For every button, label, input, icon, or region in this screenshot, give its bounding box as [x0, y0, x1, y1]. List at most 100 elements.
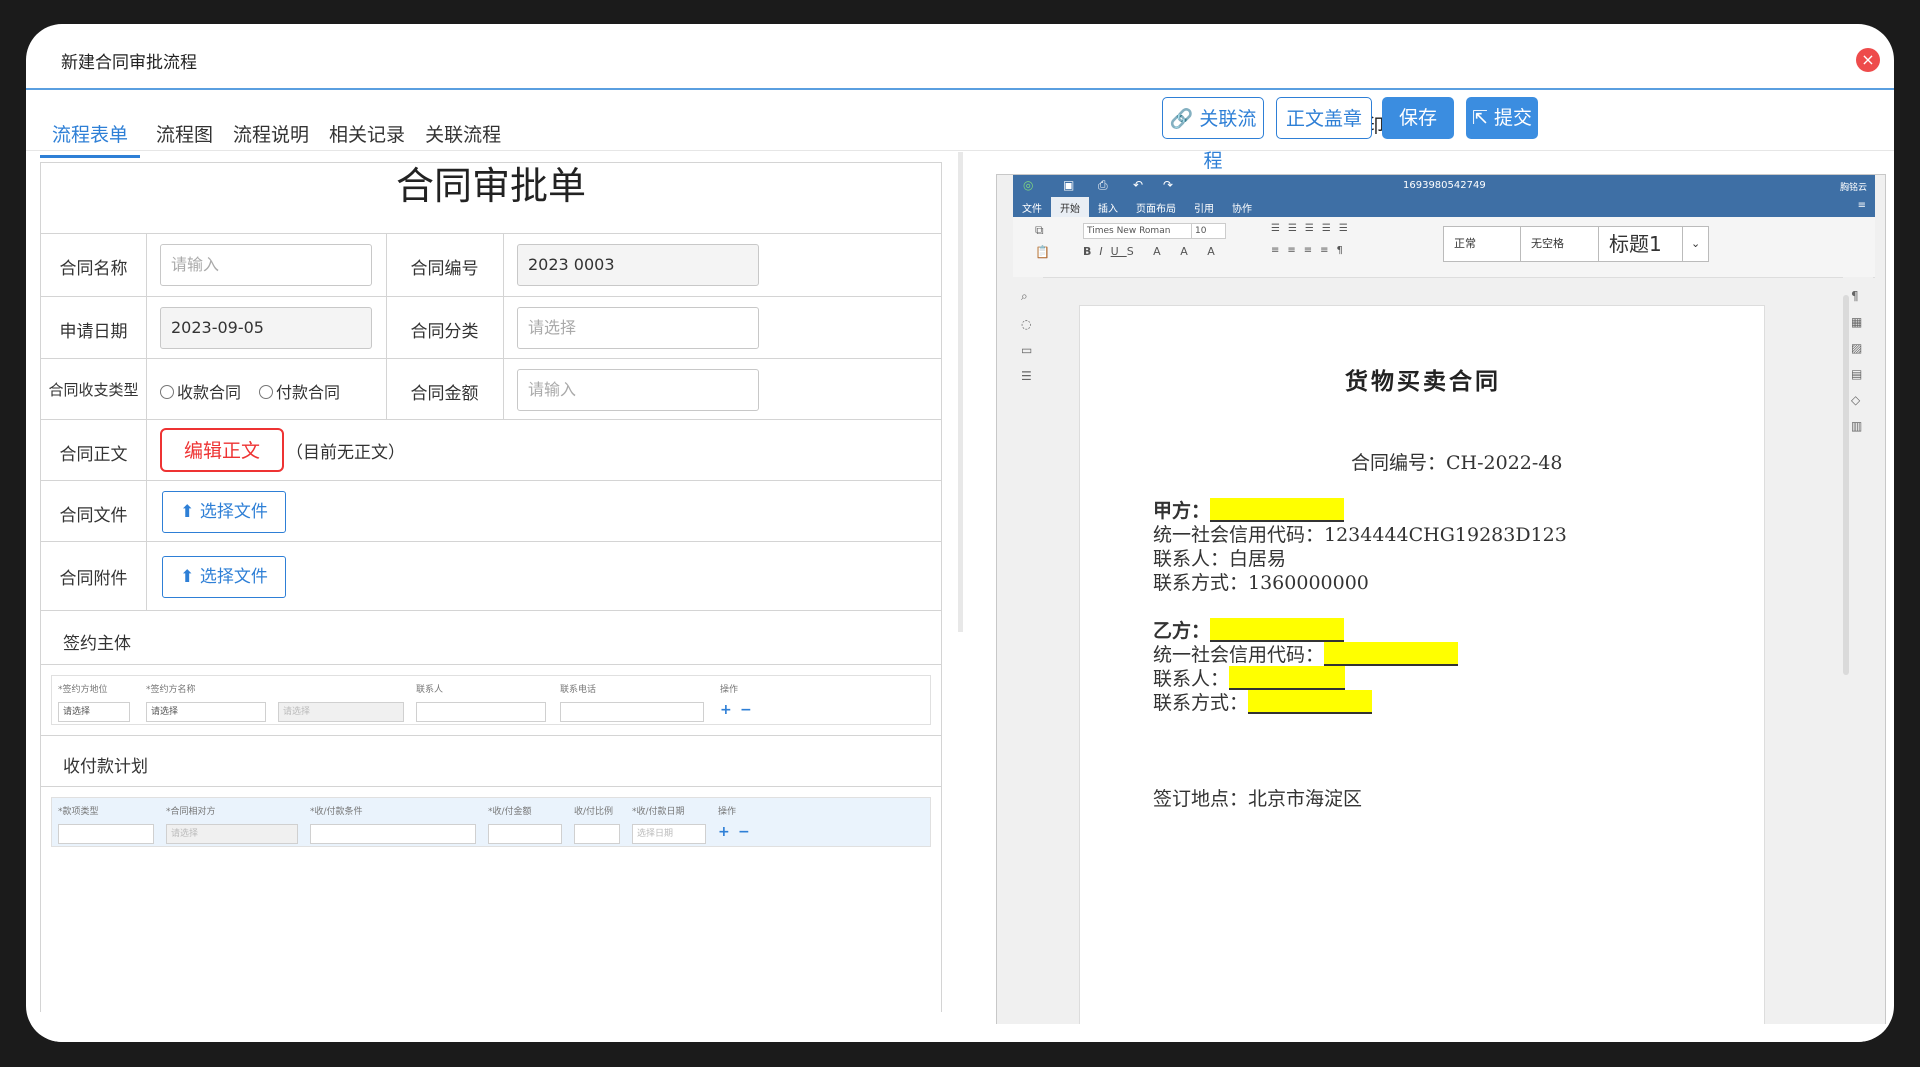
search-icon[interactable]: ⌕: [1021, 289, 1028, 304]
table-icon[interactable]: ▦: [1851, 315, 1862, 329]
doc-contract-no: 合同编号：CH-2022-48: [1351, 452, 1563, 474]
add-row-icon[interactable]: +: [718, 824, 730, 840]
submit-button[interactable]: ⇱ 提交: [1466, 97, 1538, 139]
doc-contact-b: 联系人：: [1153, 664, 1346, 691]
font-family-select[interactable]: Times New Roman: [1083, 223, 1192, 239]
menu-reference[interactable]: 引用: [1185, 197, 1223, 218]
remove-row-icon[interactable]: −: [738, 824, 750, 840]
signer-col-role: *签约方地位: [58, 685, 108, 695]
radio-pay-label: 付款合同: [276, 383, 341, 402]
menu-insert[interactable]: 插入: [1089, 197, 1127, 218]
save-icon[interactable]: ▣: [1063, 178, 1074, 192]
file-label: 合同文件: [59, 506, 128, 526]
category-label: 合同分类: [410, 322, 479, 342]
pay-ratio-input[interactable]: [574, 824, 620, 844]
row-type: 合同收支类型 收款合同 付款合同 合同金额 请输入: [41, 359, 941, 420]
editor-topbar: ◎ ▣ ⎙ ↶ ↷ 1693980542749 胸铭云: [1013, 175, 1875, 197]
pay-date-input[interactable]: 选择日期: [632, 824, 706, 844]
pay-type-input[interactable]: [58, 824, 154, 844]
pay-amount-input[interactable]: [488, 824, 562, 844]
doc-contact-b-label: 联系人：: [1153, 668, 1230, 690]
navigation-icon[interactable]: ☰: [1021, 369, 1032, 383]
attach-label: 合同附件: [59, 569, 128, 589]
contract-name-input[interactable]: 请输入: [160, 244, 372, 286]
tab-flowchart[interactable]: 流程图: [156, 114, 213, 155]
credit-code-b-highlight: [1324, 642, 1459, 666]
splitter-handle[interactable]: [958, 152, 963, 632]
header-footer-icon[interactable]: ▤: [1851, 367, 1862, 381]
select-attachment-button[interactable]: ⬆ 选择文件: [162, 556, 286, 598]
save-button[interactable]: 保存: [1382, 97, 1454, 139]
style-no-spacing[interactable]: 无空格: [1521, 226, 1599, 262]
tab-description[interactable]: 流程说明: [233, 114, 309, 155]
pay-condition-input[interactable]: [310, 824, 476, 844]
no-body-note: （目前无正文）: [286, 443, 405, 463]
chart-icon[interactable]: ▥: [1851, 419, 1862, 433]
body-label: 合同正文: [59, 445, 128, 465]
shape-icon[interactable]: ◇: [1851, 393, 1860, 407]
menu-home[interactable]: 开始: [1051, 197, 1089, 218]
party-a-highlight: [1210, 498, 1345, 522]
style-normal[interactable]: 正常: [1443, 226, 1521, 262]
pay-party-select[interactable]: 请选择: [166, 824, 298, 844]
format-buttons[interactable]: BIUS A A A: [1083, 245, 1223, 258]
payment-section-title: 收付款计划: [63, 757, 148, 777]
signer-section-header: 签约主体: [41, 611, 941, 665]
style-dropdown-icon[interactable]: ⌄: [1683, 226, 1709, 262]
print-icon[interactable]: ⎙: [1098, 178, 1108, 193]
doc-credit-code-a: 统一社会信用代码：1234444CHG19283D123: [1153, 524, 1567, 546]
doc-phone-a: 联系方式：1360000000: [1153, 572, 1369, 594]
bottom-strip: [26, 1024, 1894, 1042]
paste-icon[interactable]: 📋: [1035, 245, 1050, 259]
redo-icon[interactable]: ↷: [1163, 178, 1173, 192]
add-row-icon[interactable]: +: [720, 702, 732, 718]
signer-role-select[interactable]: 请选择: [58, 702, 130, 722]
row-file: 合同文件 ⬆ 选择文件: [41, 481, 941, 542]
image-icon[interactable]: ▨: [1851, 341, 1862, 355]
apply-date-field: 2023-09-05: [160, 307, 372, 349]
list-buttons[interactable]: ☰☰☰☰☰: [1271, 223, 1356, 234]
menu-collab[interactable]: 协作: [1223, 197, 1261, 218]
menu-file[interactable]: 文件: [1013, 197, 1051, 218]
link-flow-button[interactable]: 🔗 关联流程: [1162, 97, 1264, 172]
editor-left-sidebar: ⌕ ◌ ▭ ☰: [1013, 277, 1043, 1033]
seal-button[interactable]: 正文盖章: [1276, 97, 1372, 139]
contract-no-field: 2023 0003: [517, 244, 759, 286]
editor-toolbar: ⧉ 📋 Times New Roman 10 BIUS A A A ☰☰☰☰☰ …: [1013, 217, 1875, 278]
select-file-button[interactable]: ⬆ 选择文件: [162, 491, 286, 533]
document-page[interactable]: 货物买卖合同 合同编号：CH-2022-48 甲方： 统一社会信用代码：1234…: [1079, 305, 1765, 1033]
approval-form: 合同审批单 合同名称 请输入 合同编号 2023 0003 申请日期 2023-…: [40, 162, 942, 1012]
doc-contact-a: 联系人：白居易: [1153, 548, 1287, 570]
font-size-select[interactable]: 10: [1191, 223, 1226, 239]
editor-menu: 文件 开始 插入 页面布局 引用 协作 ≡: [1013, 197, 1875, 218]
edit-body-button[interactable]: 编辑正文: [160, 428, 284, 472]
undo-icon[interactable]: ↶: [1133, 178, 1143, 192]
menu-more-icon[interactable]: ≡: [1849, 197, 1875, 214]
radio-receive-label: 收款合同: [177, 383, 242, 402]
copy-icon[interactable]: ⧉: [1035, 223, 1044, 238]
signer-col-contact: 联系人: [416, 685, 444, 695]
pay-col-condition: *收/付款条件: [310, 807, 363, 817]
paragraph-icon[interactable]: ¶: [1851, 289, 1859, 303]
menu-layout[interactable]: 页面布局: [1127, 197, 1185, 218]
close-icon[interactable]: ×: [1856, 48, 1880, 72]
remove-row-icon[interactable]: −: [740, 702, 752, 718]
comment-icon[interactable]: ◌: [1021, 317, 1031, 331]
row-attachment: 合同附件 ⬆ 选择文件: [41, 542, 941, 611]
tab-records[interactable]: 相关记录: [329, 114, 405, 155]
category-select[interactable]: 请选择: [517, 307, 759, 349]
select-file-label: 选择文件: [199, 502, 268, 522]
signer-name-select[interactable]: 请选择: [146, 702, 266, 722]
signer-contact-input[interactable]: [416, 702, 546, 722]
radio-pay[interactable]: 付款合同: [259, 379, 340, 403]
signer-extra-select[interactable]: 请选择: [278, 702, 404, 722]
style-heading1[interactable]: 标题1: [1599, 226, 1683, 262]
chat-icon[interactable]: ▭: [1021, 343, 1032, 357]
tab-linked-flows[interactable]: 关联流程: [425, 114, 501, 155]
signer-phone-input[interactable]: [560, 702, 704, 722]
radio-receive[interactable]: 收款合同: [160, 379, 241, 403]
align-buttons[interactable]: ≡≡≡≡¶: [1271, 245, 1351, 256]
amount-input[interactable]: 请输入: [517, 369, 759, 411]
tab-form[interactable]: 流程表单: [40, 114, 141, 158]
editor-scrollbar[interactable]: [1843, 295, 1849, 675]
